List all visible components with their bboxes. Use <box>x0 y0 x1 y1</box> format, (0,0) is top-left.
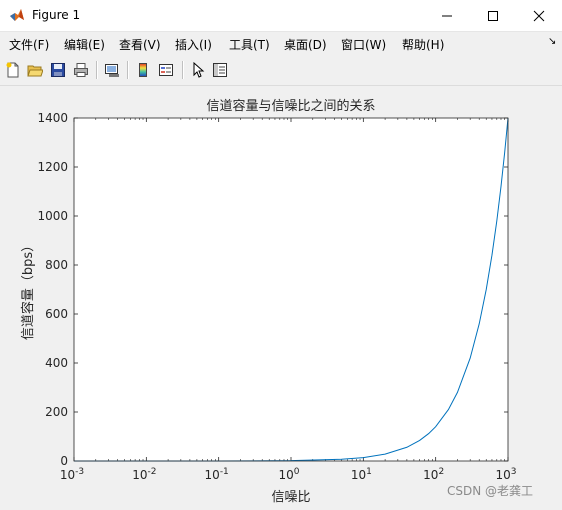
colorbar-icon <box>139 63 147 77</box>
x-tick-exponent: 1 <box>366 467 372 477</box>
menu-file[interactable]: 文件(F) <box>9 36 49 53</box>
x-tick-base: 10 <box>205 468 220 482</box>
x-tick-label: 102 <box>423 467 444 482</box>
x-tick-base: 10 <box>423 468 438 482</box>
x-tick-exponent: -1 <box>220 467 229 477</box>
new-file-icon <box>6 62 19 78</box>
property-editor-button[interactable] <box>210 60 230 80</box>
property-editor-icon <box>213 63 227 77</box>
toolbar-separator <box>182 61 184 79</box>
x-tick-label: 101 <box>351 467 372 482</box>
x-tick-label: 100 <box>278 467 299 482</box>
x-tick-label: 10-2 <box>132 467 156 482</box>
toolbar-separator <box>127 61 129 79</box>
new-figure-button[interactable] <box>3 60 23 80</box>
y-tick-label: 1200 <box>37 160 68 174</box>
open-folder-icon <box>27 65 43 77</box>
figure-canvas: 0 200 400 600 800 1000 1200 1400 10-3 10-2 10-1 100… <box>0 86 562 507</box>
edit-plot-button[interactable] <box>188 60 208 80</box>
print-button[interactable] <box>71 60 91 80</box>
save-icon <box>51 63 65 77</box>
x-tick-label: 103 <box>495 467 516 482</box>
y-tick-label: 200 <box>45 405 68 419</box>
menu-window[interactable]: 窗口(W) <box>341 36 386 53</box>
pointer-icon <box>193 62 205 78</box>
print-icon <box>74 63 88 77</box>
window-title: Figure 1 <box>32 8 81 22</box>
x-tick-base: 10 <box>278 468 293 482</box>
x-tick-exponent: 2 <box>438 467 444 477</box>
matlab-logo-icon <box>10 9 24 21</box>
minimize-button[interactable] <box>424 0 470 31</box>
x-tick-label: 10-1 <box>205 467 229 482</box>
save-button[interactable] <box>48 60 68 80</box>
link-plot-button[interactable] <box>102 60 122 80</box>
close-button[interactable] <box>516 0 562 31</box>
y-tick-label: 400 <box>45 356 68 370</box>
x-tick-base: 10 <box>351 468 366 482</box>
maximize-icon <box>488 11 498 21</box>
x-tick-base: 10 <box>60 468 75 482</box>
chart-title: 信道容量与信噪比之间的关系 <box>206 98 375 114</box>
legend-icon <box>159 64 173 76</box>
menu-bar: 文件(F) 编辑(E) 查看(V) 插入(I) 工具(T) 桌面(D) 窗口(W… <box>0 32 562 54</box>
title-bar: Figure 1 <box>0 0 562 32</box>
watermark: CSDN @老龚工 <box>447 484 534 498</box>
y-axis-label: 信道容量（bps） <box>20 239 36 340</box>
x-axis-label: 信噪比 <box>271 490 310 505</box>
menu-desktop[interactable]: 桌面(D) <box>284 36 327 53</box>
dock-arrow-icon[interactable]: ↘ <box>548 36 556 47</box>
menu-tools[interactable]: 工具(T) <box>229 36 270 53</box>
close-icon <box>533 10 545 22</box>
menu-help[interactable]: 帮助(H) <box>402 36 444 53</box>
y-tick-label: 600 <box>45 307 68 321</box>
x-tick-exponent: -3 <box>75 467 84 477</box>
maximize-button[interactable] <box>470 0 516 31</box>
toolbar-separator <box>96 61 98 79</box>
link-plot-icon <box>105 64 119 77</box>
x-tick-base: 10 <box>495 468 510 482</box>
minimize-icon <box>442 15 452 17</box>
menu-edit[interactable]: 编辑(E) <box>64 36 105 53</box>
x-tick-label: 10-3 <box>60 467 84 482</box>
x-tick-exponent: -2 <box>147 467 156 477</box>
menu-view[interactable]: 查看(V) <box>119 36 161 53</box>
y-tick-label: 800 <box>45 258 68 272</box>
x-tick-base: 10 <box>132 468 147 482</box>
x-tick-exponent: 3 <box>511 467 517 477</box>
axes-background <box>74 118 508 461</box>
y-tick-label: 1000 <box>37 209 68 223</box>
insert-legend-button[interactable] <box>156 60 176 80</box>
open-button[interactable] <box>25 60 45 80</box>
x-tick-exponent: 0 <box>294 467 300 477</box>
toolbar <box>0 56 562 86</box>
y-tick-label: 1400 <box>37 111 68 125</box>
y-tick-label: 0 <box>60 454 68 468</box>
line-chart[interactable]: 020040060080010001200140010-3 10-2 10-1 100… <box>0 86 562 507</box>
insert-colorbar-button[interactable] <box>133 60 153 80</box>
menu-insert[interactable]: 插入(I) <box>175 36 212 53</box>
